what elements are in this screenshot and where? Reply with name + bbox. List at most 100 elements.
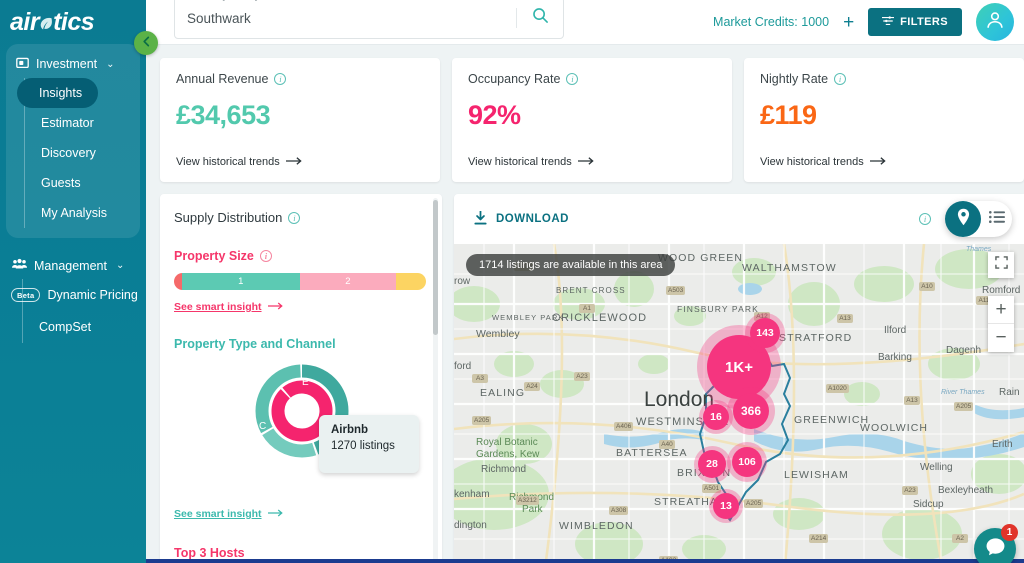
- arrow-right-icon: [285, 156, 303, 168]
- map-zoom-controls: + −: [988, 296, 1014, 352]
- view-mode-map-button[interactable]: [945, 201, 981, 237]
- view-mode-toggle: [945, 201, 1012, 237]
- kpi-value-occupancy-rate: 92%: [468, 100, 521, 130]
- main-content: Annual Revenue i £34,653 View historical…: [146, 45, 1024, 563]
- arrow-right-icon-2: [577, 156, 595, 168]
- logo-text: air tics: [10, 7, 95, 37]
- search-legend: Search your city: [185, 0, 263, 2]
- logo-text-part1: air: [10, 7, 40, 36]
- kpi-link-nightly-rate[interactable]: View historical trends: [760, 156, 887, 168]
- map-road-shield: A1: [579, 304, 595, 313]
- map-road-shield: A3212: [516, 496, 539, 505]
- map-road-shield: A308: [609, 506, 629, 515]
- sidebar-item-dynamic-pricing-label: Dynamic Pricing: [47, 288, 138, 302]
- kpi-link-label-nightly-rate: View historical trends: [760, 156, 864, 168]
- app-logo[interactable]: air tics: [0, 0, 146, 38]
- map-road-shield: A23: [902, 486, 918, 495]
- map-marker-cluster[interactable]: 106: [727, 442, 767, 482]
- sidebar-item-my-analysis[interactable]: My Analysis: [25, 198, 140, 228]
- top-header: Search your city Market Credits: 1000 + …: [146, 0, 1024, 45]
- property-size-segment-3[interactable]: 2: [299, 273, 396, 290]
- download-button-label: DOWNLOAD: [496, 213, 569, 225]
- chevron-down-icon: ⌄: [106, 58, 115, 70]
- info-icon-supply-distribution[interactable]: i: [288, 211, 301, 224]
- search-button[interactable]: [517, 7, 563, 29]
- sidebar-item-dynamic-pricing[interactable]: Beta Dynamic Pricing: [1, 279, 146, 311]
- map-road-shield: A24: [524, 382, 540, 391]
- map-marker-cluster[interactable]: 28: [693, 445, 731, 483]
- info-icon-nightly-rate[interactable]: i: [834, 73, 847, 85]
- property-size-segment-1[interactable]: [174, 273, 182, 290]
- kpi-link-label-annual-revenue: View historical trends: [176, 156, 280, 168]
- kpi-value-annual-revenue: £34,653: [176, 100, 271, 130]
- panel-scrollbar-thumb[interactable]: [433, 200, 438, 335]
- app-root: air tics Investment ⌄ Insights Estimator …: [0, 0, 1024, 563]
- map-road-shield: A205: [744, 499, 764, 508]
- property-size-segment-2[interactable]: 1: [181, 273, 300, 290]
- supply-distribution-panel: Supply Distribution i Property Size i 12…: [160, 194, 442, 563]
- kpi-link-occupancy-rate[interactable]: View historical trends: [468, 156, 595, 168]
- map-marker-cluster[interactable]: 16: [699, 400, 733, 434]
- search-icon: [532, 7, 549, 29]
- sidebar-item-investment[interactable]: Investment ⌄: [6, 50, 140, 78]
- supply-distribution-title-label: Supply Distribution: [174, 210, 283, 225]
- kpi-title-occupancy-rate: Occupancy Rate i: [468, 72, 716, 86]
- search-input[interactable]: [175, 10, 516, 26]
- user-avatar[interactable]: [976, 3, 1014, 41]
- donut-tooltip-title: Airbnb: [331, 424, 369, 436]
- property-type-label: Property Type and Channel: [174, 337, 426, 351]
- chevron-down-icon-2: ⌄: [115, 260, 125, 271]
- sidebar-item-compset[interactable]: CompSet: [23, 311, 146, 343]
- arrow-right-icon-5: [267, 508, 284, 520]
- map-road-shield: A2: [952, 534, 968, 543]
- property-size-smart-insight-label: See smart insight: [174, 301, 262, 313]
- map-marker-cluster[interactable]: 13: [709, 489, 743, 523]
- property-size-label-text: Property Size: [174, 249, 254, 263]
- map-marker-label: 143: [750, 318, 780, 348]
- sidebar-item-discovery[interactable]: Discovery: [25, 138, 140, 168]
- logo-text-part2: tics: [53, 7, 95, 36]
- map-marker-cluster[interactable]: 366: [727, 387, 775, 435]
- sidebar-collapse-button[interactable]: [134, 31, 158, 55]
- chat-widget-button[interactable]: 1: [974, 524, 1018, 563]
- view-mode-list-button[interactable]: [981, 210, 1012, 228]
- filters-button[interactable]: FILTERS: [868, 8, 962, 36]
- donut-label-inner-A: A: [287, 403, 294, 414]
- property-size-segment-4[interactable]: [395, 273, 426, 290]
- download-icon: [474, 209, 487, 228]
- map-marker-label: 13: [713, 493, 739, 519]
- map-marker-cluster[interactable]: 143: [745, 313, 785, 353]
- user-icon: [984, 9, 1006, 36]
- briefcase-icon: [16, 56, 29, 72]
- kpi-card-occupancy-rate: Occupancy Rate i 92% View historical tre…: [452, 58, 732, 182]
- content-row: Supply Distribution i Property Size i 12…: [146, 182, 1024, 563]
- sidebar-item-management[interactable]: Management ⌄: [0, 252, 146, 279]
- chat-unread-badge: 1: [1001, 524, 1018, 541]
- map-zoom-out-button[interactable]: −: [988, 324, 1014, 352]
- add-credits-button[interactable]: +: [843, 13, 854, 32]
- people-icon: [12, 258, 27, 273]
- kpi-title-annual-revenue: Annual Revenue i: [176, 72, 424, 86]
- property-size-bar[interactable]: 12: [174, 273, 426, 290]
- panel-scrollbar[interactable]: [433, 198, 438, 563]
- donut-tooltip: Airbnb 1270 listings: [319, 415, 419, 473]
- map-road-shield: A13: [904, 396, 920, 405]
- sidebar-item-insights[interactable]: Insights: [17, 78, 99, 108]
- info-icon-annual-revenue[interactable]: i: [274, 73, 287, 85]
- map-pin-icon: [956, 208, 971, 231]
- property-size-smart-insight-link[interactable]: See smart insight: [174, 301, 284, 313]
- kpi-link-annual-revenue[interactable]: View historical trends: [176, 156, 303, 168]
- map-fullscreen-button[interactable]: [988, 252, 1014, 278]
- download-button[interactable]: DOWNLOAD: [474, 209, 569, 228]
- info-icon-map[interactable]: i: [919, 213, 931, 225]
- info-icon-property-size[interactable]: i: [259, 250, 272, 262]
- map-toolbar: DOWNLOAD i: [454, 194, 1024, 244]
- map-toolbar-right: i: [919, 201, 1014, 237]
- map-canvas[interactable]: 1714 listings are available in this area…: [454, 244, 1024, 563]
- info-icon-occupancy-rate[interactable]: i: [566, 73, 579, 85]
- property-type-smart-insight-link[interactable]: See smart insight: [174, 508, 284, 520]
- map-zoom-in-button[interactable]: +: [988, 296, 1014, 324]
- sidebar-item-estimator[interactable]: Estimator: [25, 108, 140, 138]
- sidebar-group-management: Management ⌄ Beta Dynamic Pricing CompSe…: [0, 252, 146, 343]
- sidebar-item-guests[interactable]: Guests: [25, 168, 140, 198]
